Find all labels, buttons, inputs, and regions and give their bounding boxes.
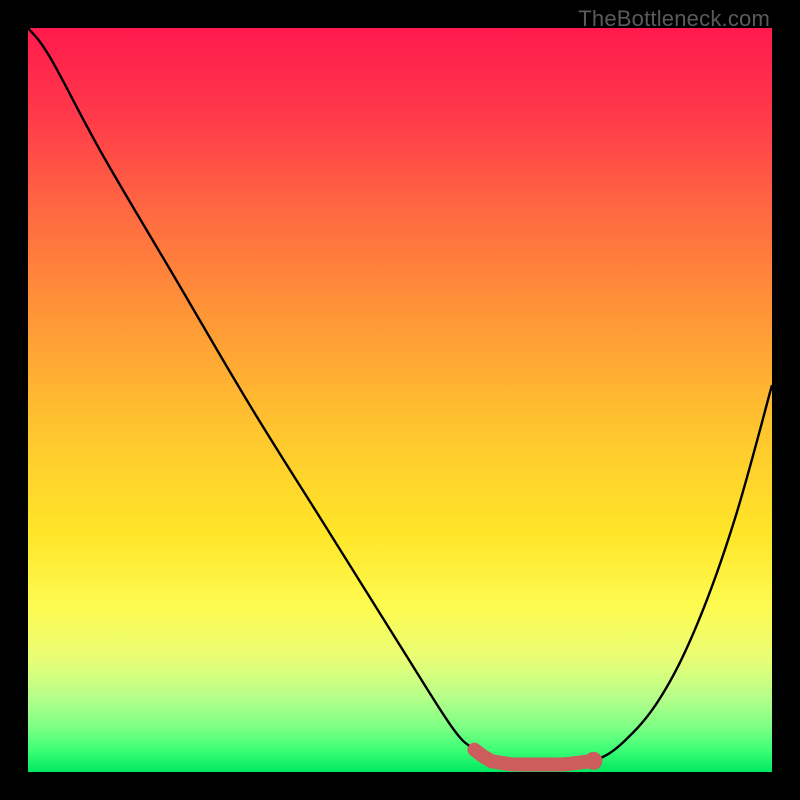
optimal-zone-highlight: [474, 750, 593, 765]
bottleneck-curve: [28, 28, 772, 765]
plot-area: [28, 28, 772, 772]
chart-svg: [28, 28, 772, 772]
watermark-text: TheBottleneck.com: [578, 6, 770, 32]
optimal-zone-end-dot: [584, 752, 602, 770]
chart-container: TheBottleneck.com: [0, 0, 800, 800]
